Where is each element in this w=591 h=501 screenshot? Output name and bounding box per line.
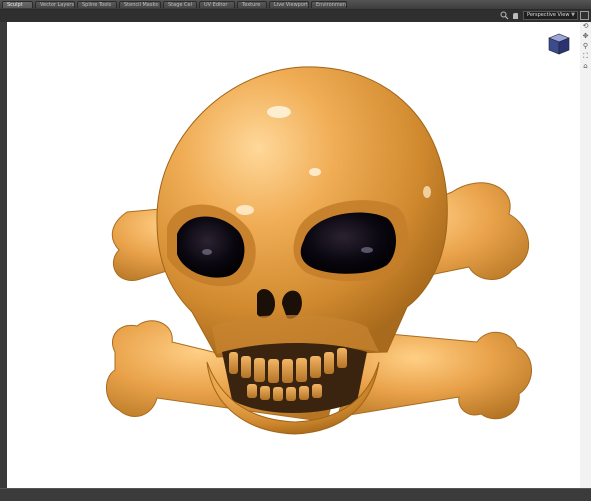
reset-icon[interactable]: ⌂ bbox=[581, 62, 590, 71]
tab-sculpt[interactable]: Sculpt bbox=[2, 1, 33, 8]
viewport-nav-strip: ⟲ ✥ ⚲ ⛶ ⌂ bbox=[580, 22, 591, 488]
view-mode-label: Perspective View bbox=[527, 12, 570, 18]
view-mode-select[interactable]: Perspective View ▼ bbox=[523, 11, 578, 20]
rotate-icon[interactable]: ⟲ bbox=[581, 22, 590, 31]
pan-icon[interactable] bbox=[511, 11, 520, 20]
viewport-header: Perspective View ▼ bbox=[0, 10, 591, 22]
zoom-icon[interactable]: ⚲ bbox=[581, 42, 590, 51]
view-cube-gizmo[interactable] bbox=[546, 32, 572, 56]
tab-stage-cel[interactable]: Stage Cel bbox=[163, 1, 197, 8]
pan-icon[interactable]: ✥ bbox=[581, 32, 590, 41]
tab-spline-tools[interactable]: Spline Tools bbox=[77, 1, 117, 8]
teeth bbox=[222, 343, 367, 414]
skull-crossbones-model bbox=[106, 66, 532, 435]
maximize-icon[interactable] bbox=[580, 11, 589, 20]
tab-stencil-masks[interactable]: Stencil Masks bbox=[119, 1, 161, 8]
workspace-tab-bar: Sculpt Vector Layers Spline Tools Stenci… bbox=[0, 0, 591, 10]
tab-environment[interactable]: Environment bbox=[311, 1, 347, 8]
tab-live-viewport[interactable]: Live Viewport bbox=[269, 1, 309, 8]
tab-uv-editor[interactable]: UV Editor bbox=[199, 1, 235, 8]
fit-icon[interactable]: ⛶ bbox=[581, 52, 590, 61]
bottom-bar bbox=[0, 488, 591, 501]
tab-vector-layers[interactable]: Vector Layers bbox=[35, 1, 75, 8]
tab-texture[interactable]: Texture bbox=[237, 1, 267, 8]
chevron-down-icon: ▼ bbox=[571, 12, 575, 18]
search-icon[interactable] bbox=[500, 11, 509, 20]
